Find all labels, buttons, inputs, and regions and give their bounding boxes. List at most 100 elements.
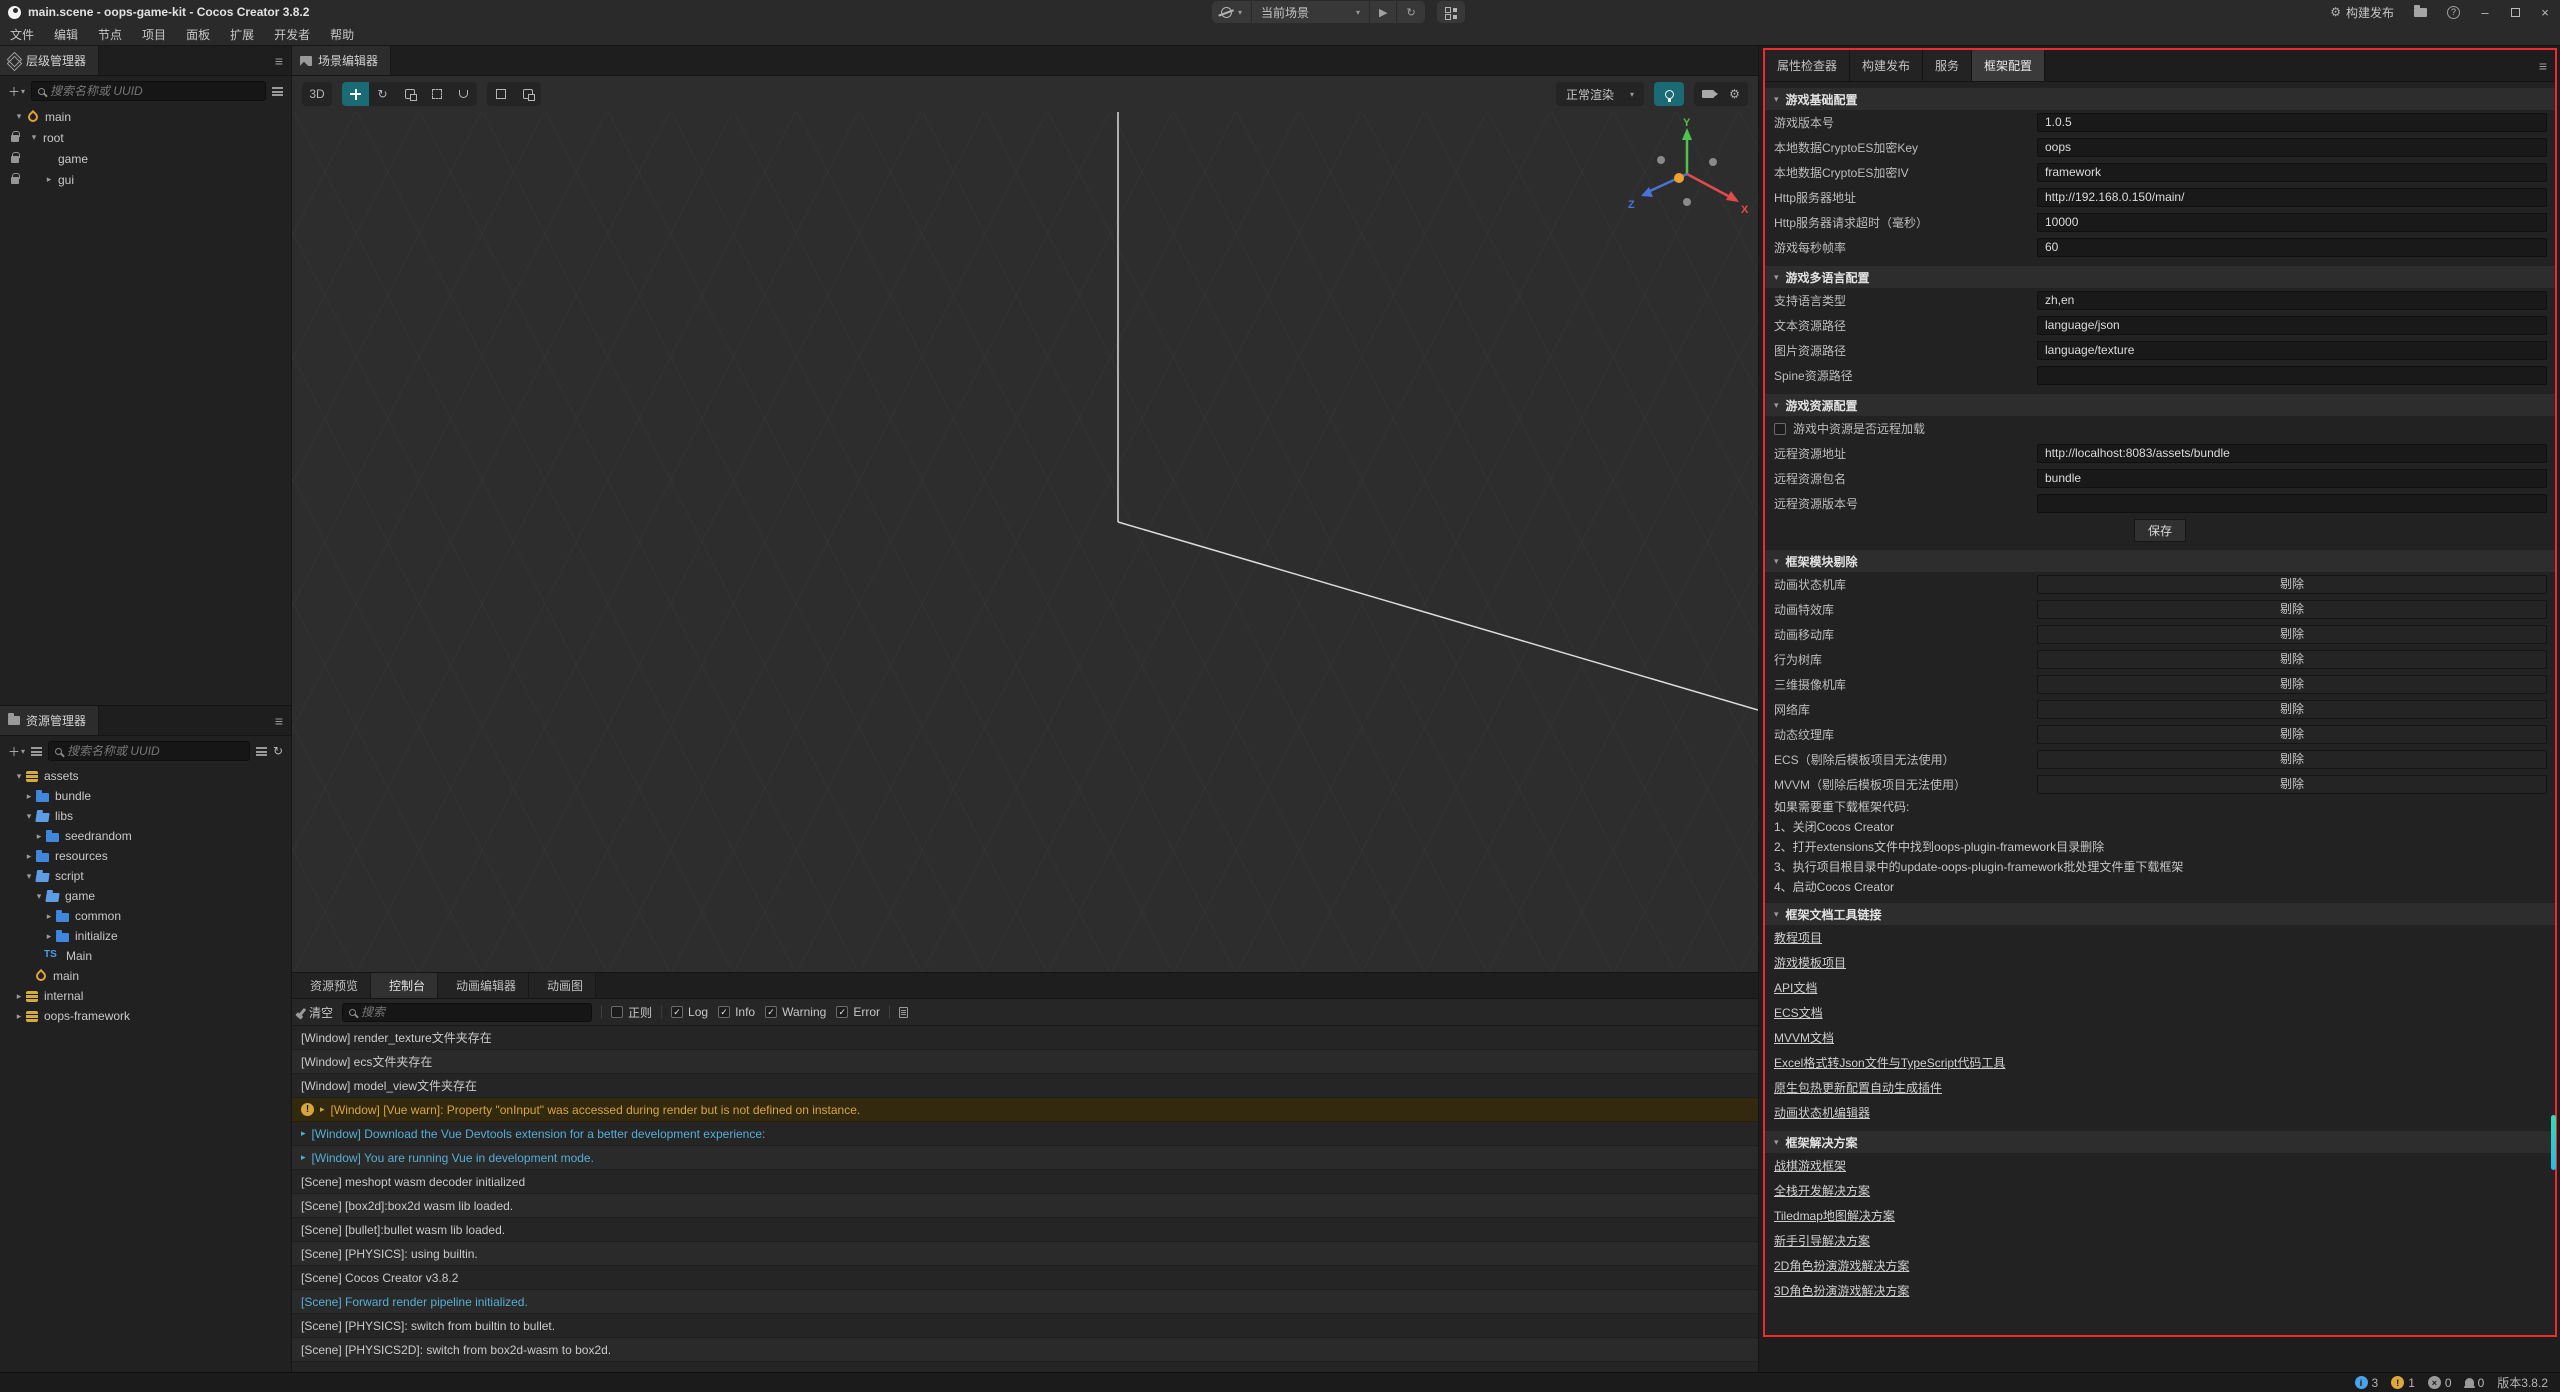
play-button[interactable]: ▶ <box>1370 1 1397 23</box>
tree-node[interactable]: ▸ resources <box>0 846 291 866</box>
property-input[interactable]: bundle <box>2037 469 2547 488</box>
filter-checkbox[interactable]: Warning <box>765 1005 826 1019</box>
expander-icon[interactable]: ▸ <box>42 911 56 922</box>
doc-link[interactable]: 动画状态机编辑器 <box>1774 1104 1870 1121</box>
remote-load-checkbox-row[interactable]: 游戏中资源是否远程加载 <box>1765 416 2555 441</box>
property-input[interactable]: http://localhost:8083/assets/bundle <box>2037 444 2547 463</box>
log-row[interactable]: [Scene] meshopt wasm decoder initialized <box>292 1170 1758 1194</box>
log-row[interactable]: ▸ [Window] Download the Vue Devtools ext… <box>292 1122 1758 1146</box>
info-count[interactable]: i 3 <box>2355 1376 2379 1390</box>
expander-icon[interactable]: ▸ <box>22 791 36 802</box>
property-input[interactable] <box>2037 494 2547 513</box>
error-count[interactable]: × 0 <box>2428 1376 2452 1390</box>
expander-icon[interactable]: ▸ <box>12 991 26 1002</box>
rotate-tool-button[interactable]: ↻ <box>369 82 396 106</box>
log-row[interactable]: [Scene] [PHYSICS]: switch from builtin t… <box>292 1314 1758 1338</box>
section-header-resources[interactable]: ▾ 游戏资源配置 <box>1765 394 2555 416</box>
property-input[interactable]: language/json <box>2037 316 2547 335</box>
remove-module-button[interactable]: 剔除 <box>2037 775 2547 794</box>
tree-node[interactable]: ▸ bundle <box>0 786 291 806</box>
menu-item[interactable]: 帮助 <box>320 26 364 43</box>
tree-node[interactable]: Main <box>0 946 291 966</box>
filter-checkbox[interactable]: Log <box>671 1005 708 1019</box>
console-tab[interactable]: 动画编辑器 <box>438 973 529 998</box>
menu-item[interactable]: 面板 <box>176 26 220 43</box>
expander-icon[interactable]: ▸ <box>22 851 36 862</box>
remove-module-button[interactable]: 剔除 <box>2037 600 2547 619</box>
property-input[interactable]: 10000 <box>2037 213 2547 232</box>
menu-item[interactable]: 文件 <box>0 26 44 43</box>
tree-node[interactable]: main <box>0 966 291 986</box>
minimize-button[interactable]: – <box>2470 0 2500 24</box>
scene-viewport[interactable]: Y X Z <box>292 112 1758 972</box>
filter-list-icon[interactable] <box>272 87 283 96</box>
console-search-input[interactable] <box>361 1005 585 1019</box>
section-header-i18n[interactable]: ▾ 游戏多语言配置 <box>1765 266 2555 288</box>
log-row[interactable]: [Scene] [PHYSICS2D]: switch from box2d-w… <box>292 1338 1758 1362</box>
move-tool-button[interactable] <box>342 82 369 106</box>
mode-3d-button[interactable]: 3D <box>302 82 332 106</box>
solution-link[interactable]: 战棋游戏框架 <box>1774 1157 1846 1174</box>
log-row[interactable]: [Scene] [bullet]:bullet wasm lib loaded. <box>292 1218 1758 1242</box>
create-node-button[interactable]: ＋▾ <box>8 83 25 100</box>
remove-module-button[interactable]: 剔除 <box>2037 625 2547 644</box>
camera-settings-button[interactable] <box>1694 82 1721 106</box>
property-input[interactable]: language/texture <box>2037 341 2547 360</box>
notification-count[interactable]: 0 <box>2465 1376 2485 1390</box>
hierarchy-menu-icon[interactable]: ≡ <box>275 46 283 75</box>
solution-link[interactable]: 全栈开发解决方案 <box>1774 1182 1870 1199</box>
open-folder-icon[interactable] <box>2414 8 2427 17</box>
clear-console-button[interactable]: 清空 <box>301 1004 333 1021</box>
log-row[interactable]: [Scene] [box2d]:box2d wasm lib loaded. <box>292 1194 1758 1218</box>
expander-icon[interactable]: ▸ <box>301 1152 306 1163</box>
solution-link[interactable]: Tiledmap地图解决方案 <box>1774 1207 1895 1224</box>
tree-node[interactable]: ▸ oops-framework <box>0 1006 291 1026</box>
expander-icon[interactable]: ▸ <box>301 1128 306 1139</box>
menu-item[interactable]: 扩展 <box>220 26 264 43</box>
preview-platform-select[interactable]: ▾ <box>1212 1 1252 23</box>
expander-icon[interactable]: ▾ <box>32 891 46 902</box>
remove-module-button[interactable]: 剔除 <box>2037 650 2547 669</box>
save-button[interactable]: 保存 <box>2134 519 2186 542</box>
menu-item[interactable]: 项目 <box>132 26 176 43</box>
expander-icon[interactable]: ▾ <box>27 132 41 143</box>
section-header-modules[interactable]: ▾ 框架模块剔除 <box>1765 550 2555 572</box>
expander-icon[interactable]: ▸ <box>12 1011 26 1022</box>
doc-link[interactable]: ECS文档 <box>1774 1004 1823 1021</box>
inspector-tab[interactable]: 构建发布 <box>1850 50 1923 81</box>
doc-link[interactable]: MVVM文档 <box>1774 1029 1834 1046</box>
scene-settings-button[interactable]: ⚙ <box>1721 82 1748 106</box>
inspector-tab[interactable]: 框架配置 <box>1972 50 2045 81</box>
log-row[interactable]: [Scene] Cocos Creator v3.8.2 <box>292 1266 1758 1290</box>
maximize-button[interactable] <box>2500 0 2530 24</box>
lighting-toggle-button[interactable] <box>1654 82 1684 106</box>
pivot-center-button[interactable] <box>487 82 514 106</box>
build-publish-button[interactable]: ⚙ 构建发布 <box>2320 0 2404 24</box>
expander-icon[interactable]: ▾ <box>12 771 26 782</box>
filter-checkbox[interactable]: Info <box>718 1005 755 1019</box>
log-file-icon[interactable] <box>899 1007 908 1018</box>
expander-icon[interactable]: ▾ <box>22 811 36 822</box>
remove-module-button[interactable]: 剔除 <box>2037 575 2547 594</box>
doc-link[interactable]: Excel格式转Json文件与TypeScript代码工具 <box>1774 1054 2005 1071</box>
scale-tool-button[interactable] <box>396 82 423 106</box>
section-header-solutions[interactable]: ▾ 框架解决方案 <box>1765 1131 2555 1153</box>
solution-link[interactable]: 2D角色扮演游戏解决方案 <box>1774 1257 1909 1274</box>
sort-assets-icon[interactable] <box>31 747 42 756</box>
inspector-tab[interactable]: 服务 <box>1923 50 1972 81</box>
create-asset-button[interactable]: ＋▾ <box>8 743 25 760</box>
log-row[interactable]: [Scene] [PHYSICS]: using builtin. <box>292 1242 1758 1266</box>
console-tab[interactable]: 控制台 <box>371 973 438 998</box>
tab-scene-editor[interactable]: 场景编辑器 <box>292 46 391 75</box>
inspector-tab[interactable]: 属性检查器 <box>1765 50 1850 81</box>
restart-button[interactable]: ↻ <box>1397 1 1424 23</box>
tree-node[interactable]: ▾ script <box>0 866 291 886</box>
property-input[interactable]: 60 <box>2037 238 2547 257</box>
doc-link[interactable]: 教程项目 <box>1774 929 1822 946</box>
remove-module-button[interactable]: 剔除 <box>2037 675 2547 694</box>
hierarchy-search-input[interactable] <box>50 84 259 98</box>
tree-node[interactable]: game <box>0 148 291 169</box>
tab-hierarchy[interactable]: 层级管理器 <box>0 46 99 75</box>
orientation-gizmo[interactable]: Y X Z <box>1622 116 1754 230</box>
remove-module-button[interactable]: 剔除 <box>2037 725 2547 744</box>
